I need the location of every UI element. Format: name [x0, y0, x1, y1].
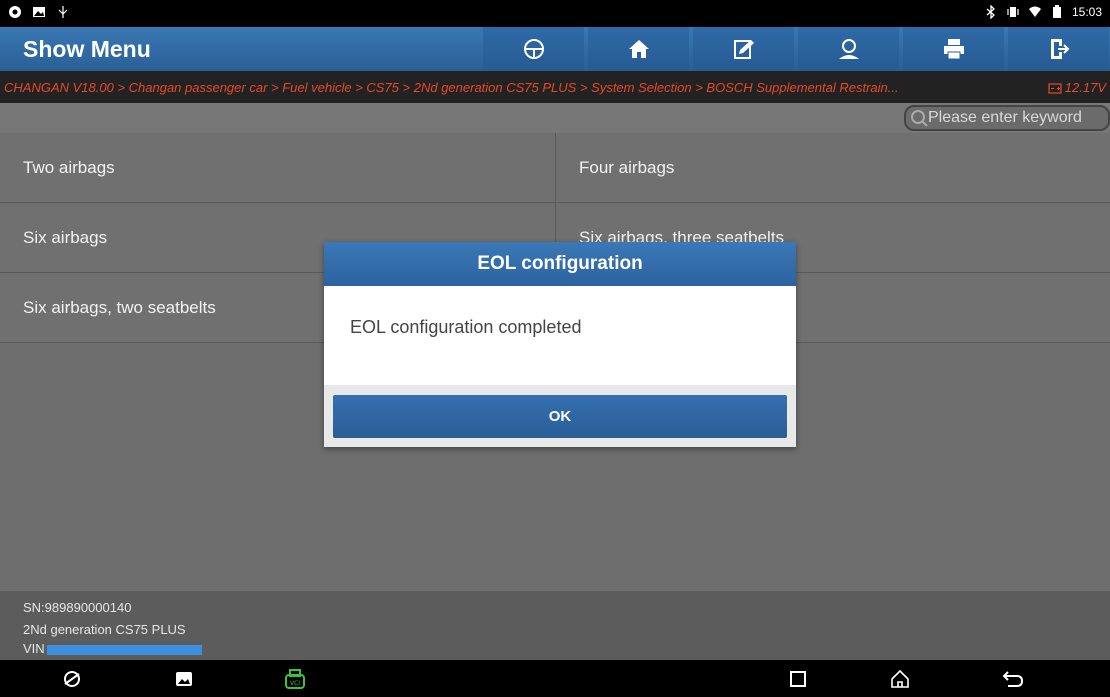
- back-icon: [1002, 670, 1024, 687]
- gallery-icon: [176, 671, 192, 686]
- status-bar: 15:03: [0, 0, 1110, 27]
- home-nav-icon: [891, 669, 909, 688]
- chrome-icon: [8, 5, 22, 19]
- gallery-button[interactable]: [164, 660, 204, 697]
- usb-icon: [56, 5, 70, 19]
- menu-item-two-airbags[interactable]: Two airbags: [0, 133, 555, 203]
- vin-redaction: [46, 644, 202, 655]
- vci-button[interactable]: VCI: [275, 660, 315, 697]
- menu-item-label: Six airbags: [23, 227, 108, 247]
- recent-apps-button[interactable]: [778, 660, 818, 697]
- serial-number: SN:989890000140: [23, 600, 132, 615]
- breadcrumb-path: CHANGAN V18.00 > Changan passenger car >…: [4, 80, 899, 95]
- search-input[interactable]: Please enter keyword: [904, 105, 1110, 131]
- wifi-icon: [1028, 5, 1042, 19]
- steering-wheel-button[interactable]: [483, 27, 584, 71]
- menu-item-label: Six airbags, two seatbelts: [23, 297, 216, 317]
- voltage-value: 12.17V: [1064, 80, 1106, 95]
- bluetooth-icon: [984, 5, 998, 19]
- dialog-message: EOL configuration completed: [350, 317, 582, 337]
- breadcrumb: CHANGAN V18.00 > Changan passenger car >…: [0, 71, 1110, 103]
- dialog-title: EOL configuration: [324, 242, 796, 286]
- home-nav-button[interactable]: [880, 660, 920, 697]
- exit-icon: [1050, 39, 1069, 59]
- user-button[interactable]: [798, 27, 899, 71]
- image-icon: [32, 5, 46, 19]
- ok-button[interactable]: OK: [333, 395, 787, 438]
- vibrate-icon: [1006, 5, 1020, 19]
- car-battery-icon: [1048, 82, 1062, 94]
- home-icon: [628, 40, 649, 58]
- vehicle-model: 2Nd generation CS75 PLUS: [23, 622, 186, 637]
- vehicle-info-footer: SN:989890000140 2Nd generation CS75 PLUS…: [0, 591, 1110, 660]
- search-bar: Please enter keyword: [0, 103, 1110, 133]
- user-icon: [838, 39, 859, 59]
- vci-icon: VCI: [285, 668, 305, 689]
- menu-item-label: Four airbags: [579, 157, 675, 177]
- print-button[interactable]: [903, 27, 1004, 71]
- status-time: 15:03: [1071, 5, 1102, 19]
- vin-label: VIN: [23, 641, 45, 656]
- battery-icon: [1050, 5, 1064, 19]
- search-placeholder: Please enter keyword: [928, 109, 1082, 126]
- print-icon: [943, 39, 964, 60]
- svg-text:VCI: VCI: [290, 680, 300, 687]
- exit-button[interactable]: [1008, 27, 1109, 71]
- steering-wheel-icon: [523, 39, 544, 59]
- vin-row: VIN: [23, 641, 202, 656]
- browser-button[interactable]: [52, 660, 92, 697]
- voltage-indicator: 12.17V: [1043, 80, 1106, 95]
- back-button[interactable]: [993, 660, 1033, 697]
- app-header: Show Menu: [0, 27, 1110, 71]
- page-title: Show Menu: [23, 36, 151, 62]
- browser-icon: [64, 670, 80, 687]
- edit-icon: [733, 40, 754, 59]
- edit-button[interactable]: [693, 27, 794, 71]
- menu-item-four-airbags[interactable]: Four airbags: [555, 133, 1110, 203]
- menu-item-label: Two airbags: [23, 157, 115, 177]
- home-button[interactable]: [588, 27, 689, 71]
- recent-apps-icon: [790, 670, 806, 687]
- eol-configuration-dialog: EOL configuration EOL configuration comp…: [324, 242, 796, 447]
- search-icon: [911, 110, 928, 127]
- system-nav-bar: VCI: [0, 660, 1110, 697]
- dialog-footer: OK: [324, 385, 796, 447]
